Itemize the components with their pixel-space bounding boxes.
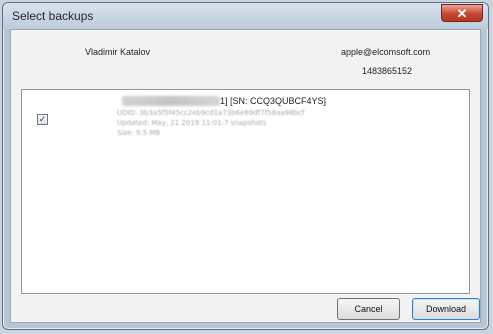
redacted-device-name xyxy=(122,96,220,106)
cancel-button[interactable]: Cancel xyxy=(337,298,400,320)
dialog-title: Select backups xyxy=(12,9,94,23)
backup-udid: UDID: 3b3a5f5f45cc2eb9cd1a73b6e69df7f58a… xyxy=(117,109,305,117)
close-button[interactable]: ✕ xyxy=(441,4,483,22)
backup-updated: Updated: May, 21 2019 11:01:7 snapshots xyxy=(117,119,267,127)
backup-title: 1] [SN: CCQ3QUBCF4YS] xyxy=(220,96,327,106)
title-bar[interactable]: Select backups ✕ xyxy=(3,3,488,29)
account-email: apple@elcomsoft.com xyxy=(341,47,431,57)
user-name: Vladimir Katalov xyxy=(85,47,151,57)
account-id: 1483865152 xyxy=(362,66,413,76)
backup-list[interactable]: ✓ 1] [SN: CCQ3QUBCF4YS] UDID: 3b3a5f5f45… xyxy=(21,89,470,294)
select-backups-dialog: Select backups ✕ Vladimir Katalov apple@… xyxy=(2,2,489,330)
close-icon: ✕ xyxy=(456,5,468,21)
backup-size: Size: 9.5 MB xyxy=(117,129,161,137)
backup-checkbox[interactable]: ✓ xyxy=(37,114,48,125)
download-button[interactable]: Download xyxy=(412,298,480,320)
dialog-content: Vladimir Katalov apple@elcomsoft.com 148… xyxy=(10,29,481,323)
checkbox-checked-icon: ✓ xyxy=(38,113,47,124)
